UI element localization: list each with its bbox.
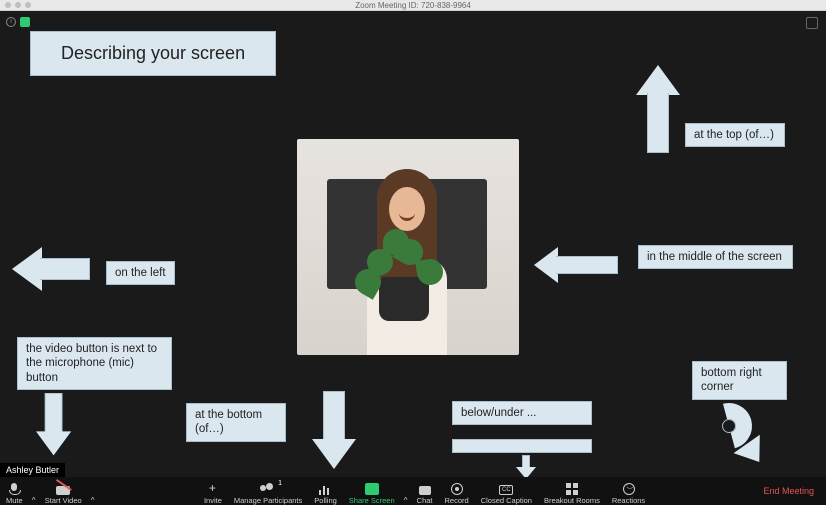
zoom-meeting-window: i Describing your screen at the top (of…… bbox=[0, 11, 826, 505]
share-screen-button[interactable]: Share Screen bbox=[343, 477, 401, 505]
participants-count: 1 bbox=[278, 480, 282, 487]
meeting-info-icon[interactable]: i bbox=[6, 17, 16, 27]
start-video-button[interactable]: Start Video bbox=[39, 477, 88, 505]
end-meeting-button[interactable]: End Meeting bbox=[751, 486, 826, 496]
reactions-icon bbox=[623, 483, 635, 495]
breakout-rooms-label: Breakout Rooms bbox=[544, 496, 600, 505]
polling-label: Polling bbox=[314, 496, 337, 505]
reactions-button[interactable]: Reactions bbox=[606, 477, 651, 505]
record-icon bbox=[451, 483, 463, 495]
closed-caption-icon: CC bbox=[499, 485, 513, 495]
meeting-toolbar: Mute ^ Start Video ^ Invite 1 Manage Par… bbox=[0, 477, 826, 505]
reactions-label: Reactions bbox=[612, 496, 645, 505]
enter-fullscreen-icon[interactable] bbox=[806, 17, 818, 29]
arrow-curved-icon bbox=[700, 403, 770, 463]
share-screen-label: Share Screen bbox=[349, 496, 395, 505]
polling-icon bbox=[319, 483, 333, 495]
breakout-rooms-button[interactable]: Breakout Rooms bbox=[538, 477, 606, 505]
annotation-middle: in the middle of the screen bbox=[638, 245, 793, 269]
annotation-top: at the top (of…) bbox=[685, 123, 785, 147]
annotation-bottom: at the bottom (of…) bbox=[186, 403, 286, 442]
share-screen-icon bbox=[365, 483, 379, 495]
video-menu-caret-icon[interactable]: ^ bbox=[88, 496, 98, 505]
start-video-label: Start Video bbox=[45, 496, 82, 505]
polling-button[interactable]: Polling bbox=[308, 477, 343, 505]
audio-menu-caret-icon[interactable]: ^ bbox=[29, 496, 39, 505]
mac-titlebar: Zoom Meeting ID: 720-838-9964 bbox=[0, 0, 826, 11]
record-button[interactable]: Record bbox=[439, 477, 475, 505]
participants-label: Manage Participants bbox=[234, 496, 302, 505]
encryption-icon[interactable] bbox=[20, 17, 30, 27]
invite-button[interactable]: Invite bbox=[198, 477, 228, 505]
breakout-rooms-icon bbox=[566, 483, 578, 495]
chat-icon bbox=[419, 486, 431, 495]
annotation-bottom-right: bottom right corner bbox=[692, 361, 787, 400]
record-label: Record bbox=[445, 496, 469, 505]
microphone-icon bbox=[7, 483, 21, 495]
invite-label: Invite bbox=[204, 496, 222, 505]
annotation-video-mic: the video button is next to the micropho… bbox=[17, 337, 172, 390]
closed-caption-button[interactable]: CC Closed Caption bbox=[475, 477, 538, 505]
participant-name-tag: Ashley Butler bbox=[0, 463, 65, 477]
manage-participants-button[interactable]: 1 Manage Participants bbox=[228, 477, 308, 505]
active-speaker-video[interactable] bbox=[297, 139, 519, 355]
mute-button[interactable]: Mute bbox=[0, 477, 29, 505]
mute-label: Mute bbox=[6, 496, 23, 505]
window-title: Zoom Meeting ID: 720-838-9964 bbox=[0, 0, 826, 11]
participants-icon: 1 bbox=[260, 483, 276, 495]
annotation-left: on the left bbox=[106, 261, 175, 285]
chat-button[interactable]: Chat bbox=[411, 477, 439, 505]
closed-caption-label: Closed Caption bbox=[481, 496, 532, 505]
camera-off-icon bbox=[56, 486, 70, 495]
annotation-below-blank bbox=[452, 439, 592, 453]
annotation-below: below/under ... bbox=[452, 401, 592, 425]
share-menu-caret-icon[interactable]: ^ bbox=[401, 496, 411, 505]
annotation-title: Describing your screen bbox=[30, 31, 276, 76]
invite-icon bbox=[206, 483, 220, 495]
